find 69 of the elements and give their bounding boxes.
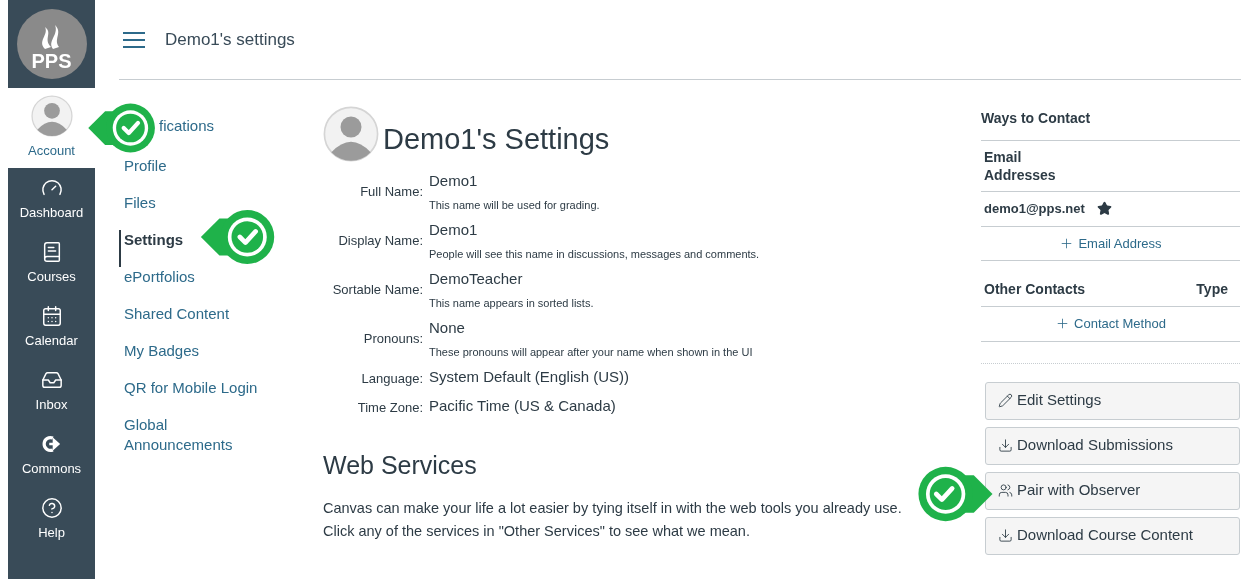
column-heading: Other Contacts (984, 280, 1086, 299)
help-icon (40, 497, 63, 520)
global-nav-item[interactable]: Calendar (8, 296, 95, 360)
global-nav-item[interactable]: Commons (8, 424, 95, 488)
field-value: None (429, 318, 466, 338)
account-nav-link[interactable]: Files (124, 193, 156, 213)
field-label: Pronouns: (363, 330, 423, 348)
field-hint: This name will be used for grading. (429, 197, 600, 213)
nav-label: Account (28, 142, 75, 161)
account-nav-link[interactable]: Global Announcements (124, 415, 254, 455)
people-icon (998, 483, 1013, 498)
column-heading: Type (1196, 280, 1228, 299)
field-value: Demo1 (429, 171, 479, 191)
global-nav-item[interactable]: Inbox (8, 360, 95, 424)
field-hint: These pronouns will appear after your name when shown in the UI (429, 344, 753, 360)
section-text: Canvas can make your life a lot easier by tying itself in with the web tools you already use. Click any of the services in "Other Services" to see what we mean. (323, 498, 903, 541)
avatar-icon (323, 106, 379, 162)
add-email-link[interactable]: Email Address (1059, 233, 1162, 253)
section-heading: Web Services (323, 450, 478, 481)
global-nav-item[interactable]: Help (8, 488, 95, 552)
calendar-icon (40, 305, 63, 328)
field-label: Sortable Name: (332, 281, 423, 299)
nav-label: Commons (21, 460, 82, 479)
sidebar-heading: Ways to Contact (981, 110, 1091, 126)
field-label: Full Name: (360, 183, 423, 201)
menu-icon[interactable] (123, 31, 145, 48)
account-nav-link[interactable]: QR for Mobile Login (124, 378, 258, 398)
nav-label: Help (38, 524, 65, 543)
breadcrumb-title: Demo1's settings (165, 28, 295, 51)
plus-icon (1059, 235, 1075, 251)
plus-icon (1055, 316, 1071, 332)
global-nav-item[interactable]: Account (8, 88, 95, 168)
field-label: Time Zone: (357, 398, 423, 417)
field-hint: This name appears in sorted lists. (429, 295, 594, 311)
field-label: Language: (361, 370, 423, 388)
download-icon (998, 438, 1013, 453)
add-contact-link[interactable]: Contact Method (1055, 314, 1166, 334)
field-value: Pacific Time (US & Canada) (429, 395, 616, 416)
nav-label: Dashboard (19, 204, 84, 223)
action-button[interactable]: Edit Settings (985, 381, 1240, 420)
account-nav-link[interactable]: fications (159, 116, 215, 136)
check-callout-icon (86, 101, 158, 155)
account-nav-link[interactable]: Settings (124, 230, 184, 250)
account-nav-link[interactable]: ePortfolios (124, 267, 195, 287)
column-heading: Email Addresses (984, 148, 1057, 184)
action-button[interactable]: Download Submissions (985, 426, 1240, 465)
nav-label: Calendar (25, 332, 78, 351)
action-button[interactable]: Pair with Observer (985, 471, 1240, 510)
field-value: DemoTeacher (429, 269, 524, 289)
page-heading: Demo1's Settings (383, 122, 610, 158)
logo-text: PPS (31, 51, 72, 71)
check-callout-icon (199, 207, 277, 267)
nav-label: Courses (27, 268, 76, 287)
field-label: Display Name: (338, 232, 423, 250)
field-value: Demo1 (429, 220, 479, 240)
account-nav-link[interactable]: Shared Content (124, 304, 230, 324)
global-nav-item[interactable]: Courses (8, 232, 95, 296)
field-value: System Default (English (US)) (429, 367, 630, 387)
global-nav-item[interactable]: Dashboard (8, 168, 95, 232)
field-hint: People will see this name in discussions, messages and comments. (429, 246, 760, 262)
email-address[interactable]: demo1@pps.net (984, 199, 1085, 219)
account-nav-link[interactable]: Profile (124, 156, 167, 176)
pencil-icon (998, 393, 1013, 408)
action-button[interactable]: Download Course Content (985, 516, 1240, 555)
check-callout-icon (915, 464, 995, 524)
nav-label: Inbox (35, 396, 68, 415)
download-icon (998, 528, 1013, 543)
avatar-icon (30, 95, 73, 138)
account-nav-link[interactable]: My Badges (124, 341, 200, 361)
